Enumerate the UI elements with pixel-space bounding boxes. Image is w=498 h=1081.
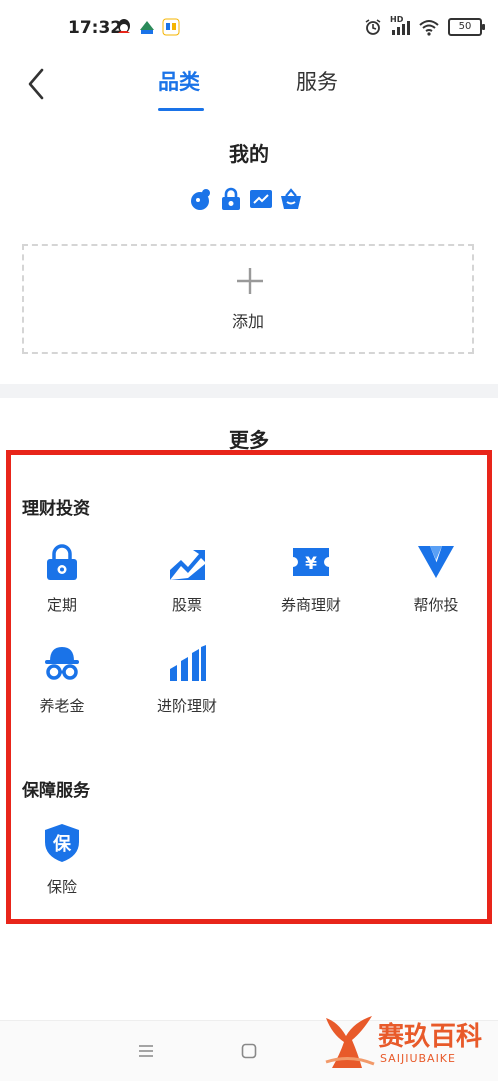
battery-icon: 50 xyxy=(448,18,485,36)
tab-category[interactable]: 品类 xyxy=(158,66,200,96)
group-title-protection: 保障服务 xyxy=(22,781,90,801)
v-logo-icon xyxy=(418,546,454,578)
shield-insurance-icon: 保 xyxy=(45,824,79,862)
add-shortcut-box[interactable]: 添加 xyxy=(22,244,474,354)
lock-icon xyxy=(47,544,77,580)
item-label: 帮你投 xyxy=(413,596,459,614)
wifi-icon xyxy=(419,20,439,36)
signal-icon xyxy=(392,21,410,35)
item-fixed-deposit[interactable]: 定期 xyxy=(7,542,117,615)
tab-indicator xyxy=(158,108,204,111)
whale-tail-logo-icon xyxy=(325,1016,375,1068)
plus-icon xyxy=(237,268,263,294)
status-bar: 17:32 HD 50 xyxy=(0,0,498,58)
chart-box-icon xyxy=(250,190,272,208)
status-right: HD 50 xyxy=(364,15,485,36)
menu-icon[interactable] xyxy=(138,1043,154,1059)
alarm-icon xyxy=(365,19,381,35)
lock-icon xyxy=(222,187,240,210)
piggy-bank-icon xyxy=(191,189,210,210)
ticket-yuan-glyph: ¥ xyxy=(305,554,317,574)
shopping-basket-icon xyxy=(281,188,301,209)
item-label: 进阶理财 xyxy=(156,697,217,715)
my-section-title: 我的 xyxy=(229,142,269,166)
stock-trend-icon xyxy=(170,550,205,580)
top-nav: 品类 服务 xyxy=(0,58,498,114)
group-title-investment: 理财投资 xyxy=(22,499,90,519)
back-icon[interactable] xyxy=(18,64,58,104)
watermark-text: 赛玖百科 xyxy=(378,1022,483,1052)
tab-service[interactable]: 服务 xyxy=(296,66,338,96)
item-help-invest[interactable]: 帮你投 xyxy=(381,542,491,615)
item-label: 定期 xyxy=(46,596,77,614)
item-insurance[interactable]: 保 保险 xyxy=(7,822,117,897)
signal-hd: HD xyxy=(390,15,410,36)
more-section-title: 更多 xyxy=(229,428,269,452)
add-label: 添加 xyxy=(231,312,264,331)
shield-insurance-glyph: 保 xyxy=(52,833,72,855)
item-label: 养老金 xyxy=(39,697,85,715)
item-label: 股票 xyxy=(171,596,202,614)
app-notification-icon xyxy=(140,21,154,34)
item-pension[interactable]: 养老金 xyxy=(7,643,117,716)
app58-icon xyxy=(162,18,180,36)
item-label: 券商理财 xyxy=(280,596,341,614)
my-shortcut-icons xyxy=(188,186,304,212)
qq-icon xyxy=(118,19,130,33)
status-time: 17:32 xyxy=(68,18,123,38)
item-stocks[interactable]: 股票 xyxy=(132,542,242,615)
notification-icons xyxy=(116,18,180,36)
watermark: 赛玖百科 SAIJIUBAIKE xyxy=(322,1012,494,1076)
ticket-yuan-icon: ¥ xyxy=(293,548,329,576)
watermark-subtext: SAIJIUBAIKE xyxy=(380,1052,456,1065)
section-divider xyxy=(0,384,498,398)
bar-chart-icon xyxy=(170,645,206,681)
item-broker-finance[interactable]: ¥ 券商理财 xyxy=(256,542,366,615)
item-label: 保险 xyxy=(46,878,77,896)
item-advanced-finance[interactable]: 进阶理财 xyxy=(132,643,242,716)
elder-glasses-icon xyxy=(45,647,79,680)
home-square-icon[interactable] xyxy=(241,1043,257,1059)
